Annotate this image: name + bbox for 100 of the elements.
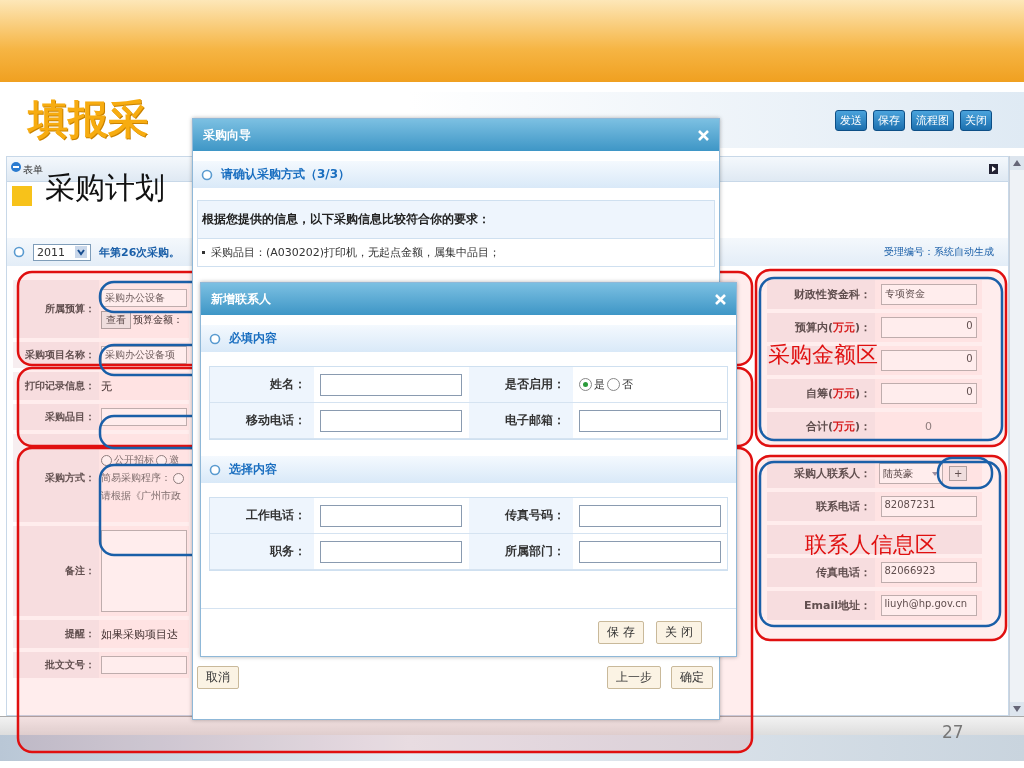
field-label: 打印记录信息： xyxy=(25,379,95,393)
slide-title: 填报采 xyxy=(28,95,148,144)
text-field[interactable]: liuyh@hp.gov.cn xyxy=(880,595,977,616)
field-label: 预算金额： xyxy=(133,313,183,327)
wizard-button[interactable]: 上一步 xyxy=(607,666,661,689)
scrollbar[interactable] xyxy=(1009,156,1024,716)
bullet-icon xyxy=(202,251,205,254)
form-icon xyxy=(9,161,23,173)
section-title: 必填内容 xyxy=(229,330,277,347)
close-icon[interactable] xyxy=(715,293,726,305)
text-field[interactable] xyxy=(579,504,721,527)
scroll-down-icon[interactable] xyxy=(1013,706,1021,712)
radio-button[interactable] xyxy=(156,454,167,466)
slide-bullet: 采购计划 xyxy=(45,169,165,207)
field-label: 采购项目名称： xyxy=(25,348,95,362)
amount-field[interactable]: 0 xyxy=(880,317,977,338)
circle-icon xyxy=(209,332,221,345)
cancel-button[interactable]: 取消 xyxy=(197,666,239,689)
toolbar-button[interactable]: 发送 xyxy=(835,109,867,131)
toolbar-button[interactable]: 流程图 xyxy=(911,109,954,131)
text-field[interactable] xyxy=(320,373,462,396)
field-label: 备注： xyxy=(65,564,95,578)
field-label: 传真号码： xyxy=(505,507,565,524)
field-value: 如果采购项目达 xyxy=(101,626,179,642)
text-field[interactable]: 82087231 xyxy=(880,496,977,517)
scroll-up-icon[interactable] xyxy=(1013,160,1021,166)
intro-text: 根据您提供的信息，以下采购信息比较符合你的要求： xyxy=(197,200,715,239)
field-label: 采购品目： xyxy=(45,410,95,424)
field-label: 所属部门： xyxy=(505,543,565,560)
radio-button[interactable] xyxy=(101,454,112,466)
annotation-label: 联系人信息区 xyxy=(805,531,937,559)
field-label: 所属预算： xyxy=(45,302,95,316)
field-label: 移动电话： xyxy=(246,412,306,429)
option-label: 否 xyxy=(622,377,633,392)
remarks-field[interactable] xyxy=(101,530,187,612)
contact-dropdown[interactable]: 陆英豪 xyxy=(879,463,943,484)
radio-button[interactable] xyxy=(579,378,592,391)
annotation-label: 采购金额区 xyxy=(768,341,878,369)
option-label: 公开招标 xyxy=(114,453,154,467)
circle-icon xyxy=(201,168,213,181)
info-text: 采购品目：(A030202)打印机，无起点金额，属集中品目； xyxy=(211,245,501,260)
option-label: 简易采购程序： xyxy=(101,471,171,485)
field-label: 提醒： xyxy=(65,627,95,641)
field-label: Email地址： xyxy=(804,598,871,613)
field-label: 职务： xyxy=(270,543,306,560)
section-title: 请确认采购方式（3/3） xyxy=(221,166,351,183)
text-field[interactable]: 专项资金 xyxy=(880,284,977,305)
text-field[interactable] xyxy=(320,409,462,432)
wizard-button[interactable]: 确定 xyxy=(671,666,713,689)
field-label: 姓名： xyxy=(270,376,306,393)
round-text: 年第26次采购。 xyxy=(99,244,181,260)
toolbar-button[interactable]: 保存 xyxy=(873,109,905,131)
field-label: 工作电话： xyxy=(246,507,306,524)
field-label: 电子邮箱： xyxy=(505,412,565,429)
add-button[interactable]: + xyxy=(949,466,968,481)
field-label: 合计(万元)： xyxy=(805,419,871,434)
field-value: 无 xyxy=(101,378,113,394)
field-label: 采购方式： xyxy=(45,471,95,485)
panel-toggle-icon[interactable] xyxy=(989,164,998,174)
amount-field[interactable]: 0 xyxy=(880,383,977,404)
text-field[interactable] xyxy=(101,656,187,674)
page-number: 27 xyxy=(942,722,964,742)
budget-field[interactable]: 采购办公设备 xyxy=(101,289,187,307)
year-dropdown[interactable]: 2011 xyxy=(33,243,91,261)
radio-button[interactable] xyxy=(173,472,184,484)
text-field[interactable] xyxy=(320,504,462,527)
close-icon[interactable] xyxy=(698,129,709,141)
option-label: 邀 xyxy=(169,453,179,467)
acceptance-number: 受理编号：系统自动生成 xyxy=(884,245,994,259)
field-label: 是否启用： xyxy=(505,376,565,393)
text-field[interactable] xyxy=(579,409,721,432)
caret-icon xyxy=(931,469,939,478)
view-button[interactable]: 查看 xyxy=(101,311,131,329)
dialog-button[interactable]: 关 闭 xyxy=(656,621,702,644)
field-label: 采购人联系人： xyxy=(794,466,871,481)
field-label: 传真电话： xyxy=(816,565,871,580)
panel-title: 表单 xyxy=(23,163,43,177)
amount-field[interactable]: 0 xyxy=(880,350,977,371)
circle-icon xyxy=(13,246,25,258)
text-field[interactable] xyxy=(579,540,721,563)
field-label: 财政性资金科： xyxy=(794,287,871,302)
field-label: 联系电话： xyxy=(816,499,871,514)
dialog-button[interactable]: 保 存 xyxy=(598,621,645,644)
text-field[interactable] xyxy=(320,540,462,563)
field-label: 自筹(万元)： xyxy=(805,386,871,401)
field-value: 0 xyxy=(925,420,932,433)
caret-icon xyxy=(75,246,87,258)
hint-text: 请根据《广州市政 xyxy=(101,489,182,503)
text-field[interactable]: 采购办公设备项 xyxy=(101,346,187,364)
dialog-title: 新增联系人 xyxy=(211,290,271,308)
field-label: 批文文号： xyxy=(45,658,95,672)
bullet-icon xyxy=(12,186,32,206)
section-title: 选择内容 xyxy=(229,461,277,478)
text-field[interactable]: 82066923 xyxy=(880,562,977,583)
toolbar-button[interactable]: 关闭 xyxy=(960,109,992,131)
option-label: 是 xyxy=(594,377,605,392)
field-label: 预算内(万元)： xyxy=(794,320,871,335)
dialog-title: 采购向导 xyxy=(203,126,251,144)
radio-button[interactable] xyxy=(607,378,620,391)
circle-icon xyxy=(209,463,221,476)
